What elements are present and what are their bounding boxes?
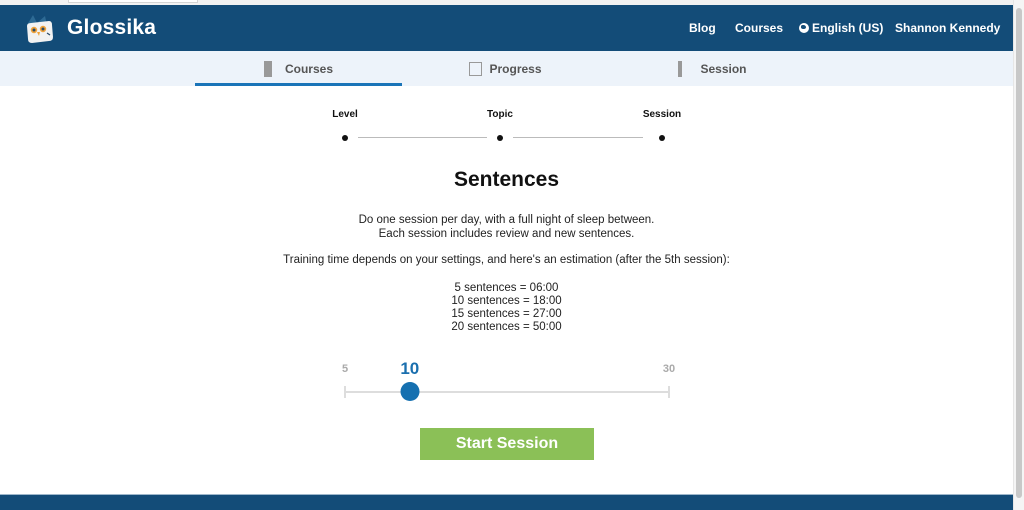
site-header: Glossika Blog Courses English (US) Shann…: [0, 5, 1013, 51]
tab-session[interactable]: Session: [609, 51, 816, 86]
nav-language-selector[interactable]: English (US): [799, 21, 883, 35]
estimate-row: 15 sentences = 27:00: [451, 308, 562, 320]
slider-min-label: 5: [341, 363, 349, 375]
nav-blog-link[interactable]: Blog: [689, 21, 716, 35]
brand-name[interactable]: Glossika: [67, 16, 156, 40]
page-title: Sentences: [453, 168, 560, 191]
slider-thumb[interactable]: [400, 382, 420, 401]
intro-line-1: Do one session per day, with a full nigh…: [358, 214, 655, 226]
language-label: English (US): [812, 21, 884, 35]
step-level-label: Level: [332, 109, 358, 120]
estimate-row: 10 sentences = 18:00: [451, 295, 562, 307]
slider-max-label: 30: [662, 363, 676, 375]
estimate-row: 5 sentences = 06:00: [454, 282, 559, 294]
step-connector: [513, 137, 643, 138]
rows-icon: [678, 60, 693, 77]
step-topic-dot: [497, 135, 503, 141]
start-session-button[interactable]: Start Session: [420, 428, 594, 460]
tab-session-label: Session: [700, 61, 747, 76]
site-footer: [0, 494, 1013, 510]
slider-track-end-cap: [668, 386, 670, 398]
slider-value-label: 10: [400, 359, 420, 378]
slider-track-start-cap: [344, 386, 346, 398]
scrollbar-thumb[interactable]: [1016, 8, 1022, 498]
tab-progress[interactable]: Progress: [402, 51, 609, 86]
square-icon: [469, 61, 483, 76]
estimate-intro: Training time depends on your settings, …: [283, 254, 730, 266]
tab-bar: Courses Progress Session: [0, 51, 1013, 86]
browser-url-bar-edge: [68, 0, 198, 3]
step-session-label: Session: [642, 109, 682, 120]
tab-progress-label: Progress: [489, 61, 542, 76]
nav-courses-link[interactable]: Courses: [735, 21, 783, 35]
grid-icon: [263, 60, 278, 77]
nav-user-menu[interactable]: Shannon Kennedy: [895, 21, 1000, 35]
tab-courses-label: Courses: [284, 61, 334, 76]
globe-icon: [799, 23, 809, 33]
step-session-dot: [659, 135, 665, 141]
slider-track[interactable]: [344, 391, 669, 393]
step-topic-label: Topic: [487, 109, 513, 120]
tab-courses[interactable]: Courses: [195, 51, 402, 86]
step-connector: [358, 137, 487, 138]
intro-line-2: Each session includes review and new sen…: [378, 228, 635, 240]
estimate-row: 20 sentences = 50:00: [451, 321, 562, 333]
page-scrollbar[interactable]: [1013, 0, 1024, 510]
step-level-dot: [342, 135, 348, 141]
owl-logo-icon[interactable]: [23, 13, 55, 45]
